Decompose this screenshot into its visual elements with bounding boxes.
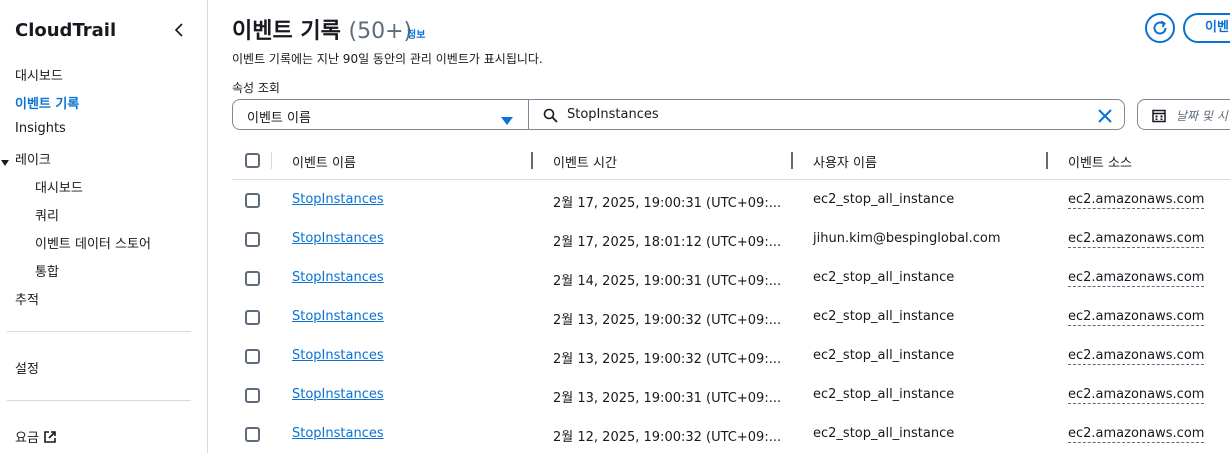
row-checkbox[interactable] bbox=[245, 271, 260, 286]
column-resizer[interactable] bbox=[791, 152, 793, 169]
user-name: ec2_stop_all_instance bbox=[813, 426, 955, 441]
event-name-link[interactable]: StopInstances bbox=[292, 192, 384, 207]
refresh-icon bbox=[1153, 20, 1167, 35]
event-time: 2월 13, 2025, 19:00:32 (UTC+09:... bbox=[553, 313, 782, 328]
column-header-event-time[interactable]: 이벤트 시간 bbox=[553, 152, 617, 171]
column-separator bbox=[271, 152, 272, 169]
page-title-text: 이벤트 기록 bbox=[232, 19, 341, 44]
user-name: ec2_stop_all_instance bbox=[813, 348, 955, 363]
search-icon bbox=[543, 108, 558, 127]
page-title: 이벤트 기록 (50+) bbox=[232, 13, 412, 45]
table-row: StopInstances 2월 17, 2025, 18:01:12 (UTC… bbox=[232, 220, 1230, 259]
refresh-button[interactable] bbox=[1145, 13, 1175, 43]
table-row: StopInstances 2월 14, 2025, 19:00:31 (UTC… bbox=[232, 259, 1230, 298]
sidebar-divider bbox=[7, 331, 191, 332]
date-range-button[interactable]: 날짜 및 시 bbox=[1137, 99, 1230, 130]
page-description: 이벤트 기록에는 지난 90일 동안의 관리 이벤트가 표시됩니다. bbox=[232, 52, 543, 66]
user-name: ec2_stop_all_instance bbox=[813, 270, 955, 285]
event-name-link[interactable]: StopInstances bbox=[292, 387, 384, 402]
event-name-link[interactable]: StopInstances bbox=[292, 309, 384, 324]
row-checkbox[interactable] bbox=[245, 427, 260, 442]
sidebar-item-event-data-store[interactable]: 이벤트 데이터 스토어 bbox=[35, 233, 151, 252]
user-name: jihun.kim@bespinglobal.com bbox=[813, 231, 1001, 246]
table-row: StopInstances 2월 13, 2025, 19:00:32 (UTC… bbox=[232, 337, 1230, 376]
table-row: StopInstances 2월 17, 2025, 19:00:31 (UTC… bbox=[232, 181, 1230, 220]
table-row: StopInstances 2월 13, 2025, 19:00:31 (UTC… bbox=[232, 376, 1230, 415]
date-range-label: 날짜 및 시 bbox=[1176, 109, 1228, 123]
event-time: 2월 17, 2025, 19:00:31 (UTC+09:... bbox=[553, 196, 782, 211]
attribute-select-value: 이벤트 이름 bbox=[247, 111, 311, 126]
side-navigation: CloudTrail 대시보드 이벤트 기록 Insights 레이크 대시보드… bbox=[0, 0, 208, 453]
event-source[interactable]: ec2.amazonaws.com bbox=[1068, 348, 1205, 365]
sidebar-item-settings[interactable]: 설정 bbox=[15, 358, 39, 377]
sidebar-divider bbox=[7, 400, 191, 401]
row-checkbox[interactable] bbox=[245, 388, 260, 403]
sidebar-item-insights[interactable]: Insights bbox=[15, 121, 66, 136]
event-time: 2월 12, 2025, 19:00:32 (UTC+09:... bbox=[553, 430, 782, 445]
column-header-event-source[interactable]: 이벤트 소스 bbox=[1068, 152, 1132, 171]
event-time: 2월 13, 2025, 19:00:32 (UTC+09:... bbox=[553, 352, 782, 367]
sidebar-item-lake-dashboard[interactable]: 대시보드 bbox=[35, 177, 83, 196]
event-name-link[interactable]: StopInstances bbox=[292, 426, 384, 441]
row-checkbox[interactable] bbox=[245, 193, 260, 208]
user-name: ec2_stop_all_instance bbox=[813, 309, 955, 324]
search-input[interactable] bbox=[567, 107, 1067, 122]
event-time: 2월 13, 2025, 19:00:31 (UTC+09:... bbox=[553, 391, 782, 406]
caret-down-icon[interactable] bbox=[0, 153, 10, 166]
dropdown-caret-icon bbox=[501, 111, 513, 130]
event-count: (50+) bbox=[348, 19, 413, 44]
event-source[interactable]: ec2.amazonaws.com bbox=[1068, 192, 1205, 209]
event-name-link[interactable]: StopInstances bbox=[292, 348, 384, 363]
attribute-select[interactable]: 이벤트 이름 bbox=[232, 99, 529, 130]
external-link-icon bbox=[43, 430, 57, 448]
row-checkbox[interactable] bbox=[245, 232, 260, 247]
calendar-icon bbox=[1152, 108, 1166, 127]
event-name-link[interactable]: StopInstances bbox=[292, 231, 384, 246]
events-button[interactable]: 이벤 bbox=[1183, 13, 1230, 43]
sidebar-item-trails[interactable]: 추적 bbox=[15, 289, 39, 308]
event-source[interactable]: ec2.amazonaws.com bbox=[1068, 309, 1205, 326]
sidebar-item-event-history[interactable]: 이벤트 기록 bbox=[15, 93, 79, 112]
sidebar-item-pricing-label: 요금 bbox=[15, 431, 39, 446]
select-all-checkbox[interactable] bbox=[245, 153, 260, 168]
row-checkbox[interactable] bbox=[245, 310, 260, 325]
table-header: 이벤트 이름 이벤트 시간 사용자 이름 이벤트 소스 bbox=[232, 141, 1230, 180]
search-box bbox=[528, 99, 1125, 130]
info-link[interactable]: 정보 bbox=[407, 26, 425, 41]
sidebar-item-dashboard[interactable]: 대시보드 bbox=[15, 65, 63, 84]
event-source[interactable]: ec2.amazonaws.com bbox=[1068, 387, 1205, 404]
sidebar-item-query[interactable]: 쿼리 bbox=[35, 205, 59, 224]
sidebar-item-integration[interactable]: 통합 bbox=[35, 261, 59, 280]
user-name: ec2_stop_all_instance bbox=[813, 192, 955, 207]
event-time: 2월 14, 2025, 19:00:31 (UTC+09:... bbox=[553, 274, 782, 289]
sidebar-item-lake[interactable]: 레이크 bbox=[15, 149, 51, 168]
sidebar-title[interactable]: CloudTrail bbox=[15, 20, 116, 41]
table-row: StopInstances 2월 12, 2025, 19:00:32 (UTC… bbox=[232, 415, 1230, 453]
table-row: StopInstances 2월 13, 2025, 19:00:32 (UTC… bbox=[232, 298, 1230, 337]
event-source[interactable]: ec2.amazonaws.com bbox=[1068, 426, 1205, 443]
user-name: ec2_stop_all_instance bbox=[813, 387, 955, 402]
event-name-link[interactable]: StopInstances bbox=[292, 270, 384, 285]
clear-icon[interactable] bbox=[1098, 108, 1112, 127]
column-header-event-name[interactable]: 이벤트 이름 bbox=[292, 152, 356, 171]
sidebar-item-pricing[interactable]: 요금 bbox=[15, 427, 57, 448]
event-source[interactable]: ec2.amazonaws.com bbox=[1068, 231, 1205, 248]
event-time: 2월 17, 2025, 18:01:12 (UTC+09:... bbox=[553, 235, 782, 250]
column-resizer[interactable] bbox=[1046, 152, 1048, 169]
event-source[interactable]: ec2.amazonaws.com bbox=[1068, 270, 1205, 287]
column-header-user-name[interactable]: 사용자 이름 bbox=[813, 152, 877, 171]
row-checkbox[interactable] bbox=[245, 349, 260, 364]
filter-label: 속성 조회 bbox=[232, 81, 280, 95]
column-resizer[interactable] bbox=[531, 152, 533, 169]
chevron-left-icon[interactable] bbox=[170, 20, 188, 40]
